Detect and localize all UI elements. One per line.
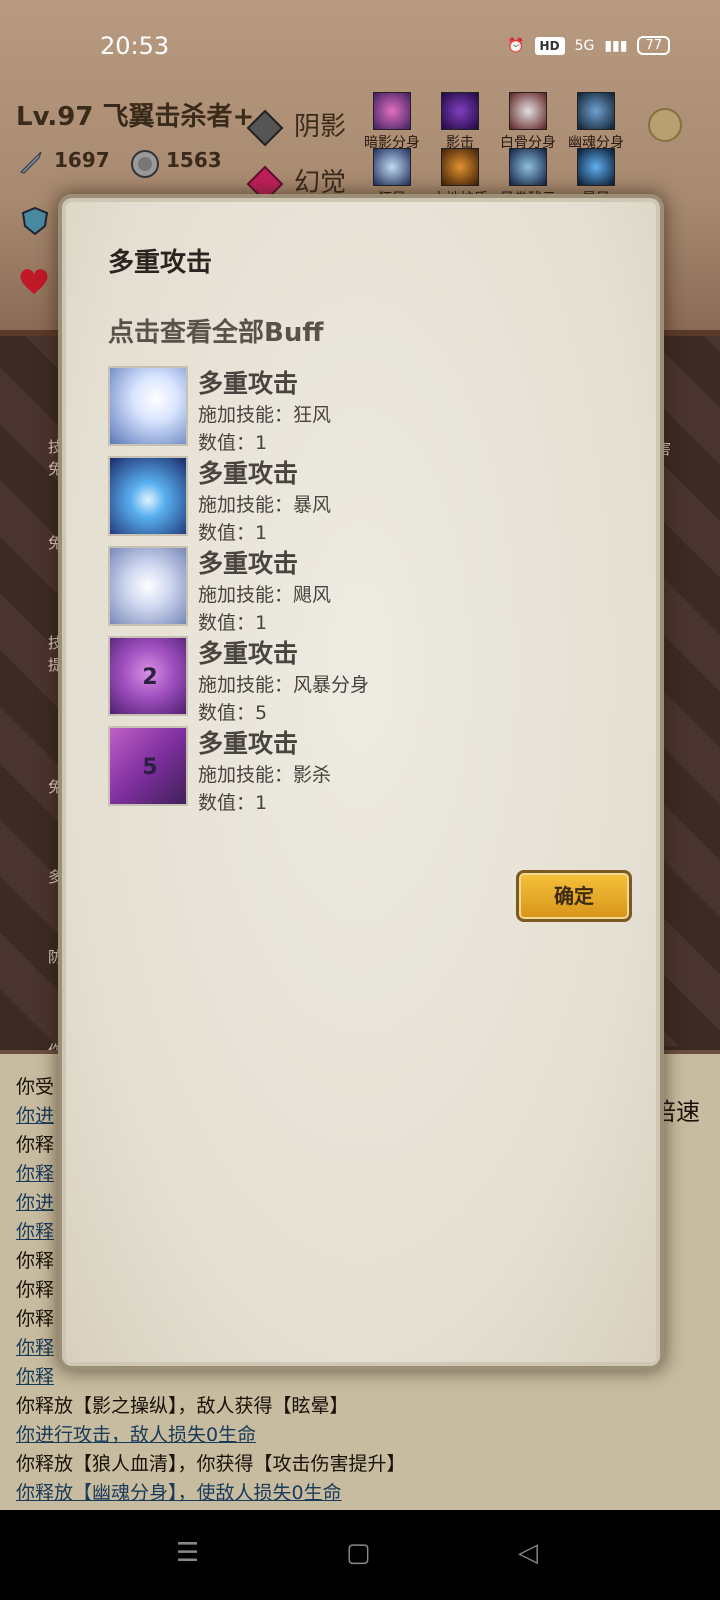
buff-stack-badge: 5	[142, 755, 158, 780]
coin-value: 1563	[166, 148, 222, 172]
skill-icon	[509, 92, 547, 130]
buff-dialog: 多重攻击 点击查看全部Buff 多重攻击 施加技能：狂风 数值：1 多重攻击 施…	[66, 202, 656, 1362]
skill-slot-4[interactable]: 幽魂分身	[560, 92, 632, 152]
attack-value: 1697	[54, 148, 110, 172]
view-all-buffs-link[interactable]: 点击查看全部Buff	[108, 312, 323, 349]
log-line: 你释	[16, 1337, 55, 1359]
log-line: 你进行攻击，敌人损失0生命	[16, 1424, 257, 1446]
skill-icon	[577, 148, 615, 186]
storm-clone-skill-icon: 2	[108, 636, 188, 716]
skill-icon	[441, 148, 479, 186]
class-illusion: 幻觉	[294, 168, 347, 198]
skill-slot-8[interactable]: 暴风	[560, 148, 632, 208]
buff-item: 多重攻击 施加技能：狂风 数值：1	[108, 366, 608, 454]
back-nav-icon[interactable]: ◁	[518, 1538, 538, 1568]
skill-icon	[373, 148, 411, 186]
log-line: 你释	[16, 1250, 55, 1272]
dialog-title: 多重攻击	[108, 248, 213, 278]
buff-item: 2 多重攻击 施加技能：风暴分身 数值：5	[108, 636, 608, 724]
buff-item: 5 多重攻击 施加技能：影杀 数值：1	[108, 726, 608, 814]
skill-icon	[509, 148, 547, 186]
sword-icon	[18, 149, 44, 175]
character-level-title: Lv.97 飞翼击杀者+	[16, 102, 255, 132]
log-line: 你释放【幽魂分身】，使敌人损失0生命	[16, 1482, 342, 1504]
defense-shield-icon	[20, 206, 50, 236]
alarm-icon: ⏰	[507, 37, 525, 54]
log-line: 你释放【狼人血清】，你获得【攻击伤害提升】	[16, 1453, 406, 1475]
skill-slot-2[interactable]: 影击	[424, 92, 496, 152]
heart-icon	[18, 266, 48, 296]
clock: 20:53	[100, 32, 170, 60]
status-bar: 20:53 ⏰ HD 5G ▮▮▮ 77	[0, 0, 720, 96]
skill-slot-1[interactable]: 暗影分身	[356, 92, 428, 152]
log-line: 你释	[16, 1221, 55, 1243]
skill-slot-3[interactable]: 白骨分身	[492, 92, 564, 152]
skill-slot-6[interactable]: 大地护盾	[424, 148, 496, 208]
coin-icon	[130, 149, 159, 178]
shadow-gem-icon	[246, 109, 284, 146]
speed-button[interactable]: 倍速	[652, 1092, 700, 1127]
confirm-button[interactable]: 确定	[516, 870, 632, 922]
log-line: 你释	[16, 1308, 55, 1330]
menu-nav-icon[interactable]: ☰	[176, 1538, 199, 1568]
log-line: 你进	[16, 1192, 55, 1214]
log-line: 你释	[16, 1279, 55, 1301]
log-line: 你释放【影之操纵】，敌人获得【眩晕】	[16, 1395, 349, 1417]
home-nav-icon[interactable]: ▢	[346, 1538, 371, 1568]
shadow-kill-skill-icon: 5	[108, 726, 188, 806]
buff-stack-badge: 2	[142, 665, 158, 690]
signal-icon: ▮▮▮	[604, 37, 628, 54]
class-shadow: 阴影	[294, 112, 347, 142]
log-line: 你进	[16, 1105, 55, 1127]
log-line: 你释	[16, 1134, 55, 1156]
hurricane-skill-icon	[108, 546, 188, 626]
log-line: 你释	[16, 1366, 55, 1388]
hd-badge: HD	[534, 36, 565, 55]
skill-icon	[577, 92, 615, 130]
log-line: 你释	[16, 1163, 55, 1185]
log-line: 你受	[16, 1076, 55, 1098]
skill-slot-7[interactable]: 风卷残云	[492, 148, 564, 208]
buff-item: 多重攻击 施加技能：暴风 数值：1	[108, 456, 608, 544]
skill-slot-5[interactable]: 狂风	[356, 148, 428, 208]
buff-item: 多重攻击 施加技能：飓风 数值：1	[108, 546, 608, 634]
gale-skill-icon	[108, 366, 188, 446]
settings-coin-icon[interactable]	[648, 108, 682, 142]
skill-icon	[373, 92, 411, 130]
network-label: 5G	[574, 37, 595, 54]
skill-icon	[441, 92, 479, 130]
storm-skill-icon	[108, 456, 188, 536]
illusion-gem-icon	[246, 165, 284, 202]
battery-icon: 77	[637, 36, 670, 55]
